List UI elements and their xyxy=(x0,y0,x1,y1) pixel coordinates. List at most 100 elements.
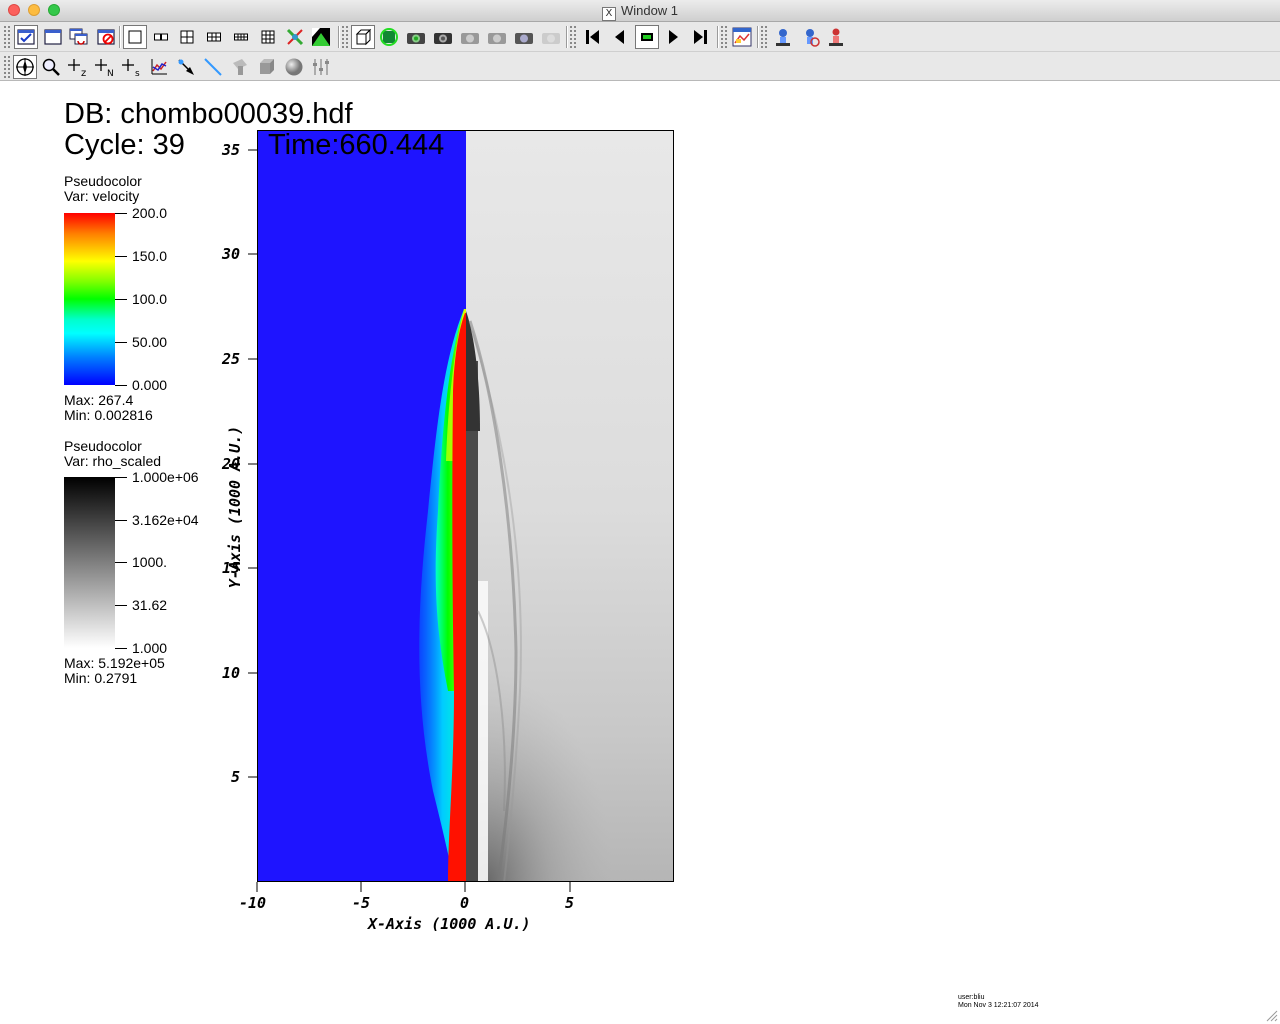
toolbar-separator xyxy=(717,26,719,48)
toolbar-grip[interactable] xyxy=(761,26,767,48)
x11-icon: X xyxy=(601,7,616,21)
axis-restriction-icon[interactable] xyxy=(309,55,333,79)
toolbar-grip[interactable] xyxy=(342,26,348,48)
save-view-camera-icon[interactable] xyxy=(431,25,455,49)
legend-rho-tick-label: 31.62 xyxy=(132,597,168,613)
legend-velocity-tick-label: 150.0 xyxy=(132,248,168,264)
legend-rho-tick xyxy=(115,477,127,478)
legend-velocity-tick-label: 100.0 xyxy=(132,291,168,307)
animation-play-reverse-icon[interactable] xyxy=(607,25,631,49)
x-tick-label: 0 xyxy=(460,894,470,912)
lighting-icon-3[interactable] xyxy=(824,25,848,49)
toolbar-separator xyxy=(338,26,340,48)
legend-rho-title: Pseudocolor xyxy=(64,438,142,454)
new-window-icon[interactable] xyxy=(41,25,65,49)
layout-2x2-icon[interactable] xyxy=(175,25,199,49)
window-title-text: Window 1 xyxy=(620,3,679,18)
x-axis-title: X-Axis (1000 A.U.) xyxy=(368,915,531,933)
plane-tool-icon[interactable] xyxy=(228,55,252,79)
legend-velocity-tick xyxy=(115,342,127,343)
legend-rho-tick xyxy=(115,605,127,606)
pick-z-letter: z xyxy=(81,68,86,78)
toolbar-separator xyxy=(119,26,121,48)
box-tool-icon[interactable] xyxy=(255,55,279,79)
legend-rho-tick xyxy=(115,520,127,521)
legend-velocity-max: Max: 267.4 xyxy=(64,392,134,408)
legend-velocity-min: Min: 0.002816 xyxy=(64,407,153,423)
user-info: user:bliu Mon Nov 3 12:21:07 2014 xyxy=(958,994,1039,1010)
legend-velocity-tick-label: 50.00 xyxy=(132,334,168,350)
legend-rho-tick xyxy=(115,648,127,649)
camera-icon-6[interactable] xyxy=(539,25,563,49)
camera-icon-3[interactable] xyxy=(458,25,482,49)
animation-play-icon[interactable] xyxy=(662,25,686,49)
camera-icon-5[interactable] xyxy=(512,25,536,49)
animation-reverse-end-icon[interactable] xyxy=(580,25,604,49)
y-axis-title: Y-Axis (1000 A.U.) xyxy=(226,425,244,589)
clone-window-icon[interactable] xyxy=(67,25,91,49)
axis-ticks xyxy=(248,149,571,892)
layout-1x2-icon[interactable] xyxy=(149,25,173,49)
navigate-mode-icon[interactable] xyxy=(13,55,37,79)
lighting-icon-1[interactable] xyxy=(771,25,795,49)
y-tick-label: 5 xyxy=(231,768,241,786)
x-tick-label: -10 xyxy=(239,894,267,912)
y-tick-label: 10 xyxy=(222,664,241,682)
y-tick-label: 25 xyxy=(222,350,241,368)
layout-1x1-icon[interactable] xyxy=(123,25,147,49)
zoom-mode-icon[interactable] xyxy=(39,55,63,79)
perspective-cube-icon[interactable] xyxy=(351,25,375,49)
legend-rho-max: Max: 5.192e+05 xyxy=(64,655,165,671)
animation-stop-icon[interactable] xyxy=(635,25,659,49)
lineout-mode-icon[interactable] xyxy=(147,55,171,79)
pick-z-icon[interactable]: z xyxy=(66,55,90,79)
lighting-icon-2[interactable] xyxy=(798,25,822,49)
layout-2x4-icon[interactable] xyxy=(229,25,253,49)
pick-s-icon[interactable]: s xyxy=(120,55,144,79)
window-active-icon[interactable] xyxy=(14,25,38,49)
sphere-tool-icon[interactable] xyxy=(282,55,306,79)
lineout-icon[interactable] xyxy=(730,25,754,49)
legend-rho-tick xyxy=(115,562,127,563)
x-tick-label: 5 xyxy=(565,894,575,912)
legend-velocity-title: Pseudocolor xyxy=(64,173,142,189)
legend-rho-min: Min: 0.2791 xyxy=(64,670,138,686)
legend-rho-var: Var: rho_scaled xyxy=(64,453,162,469)
pick-n-icon[interactable]: N xyxy=(93,55,117,79)
lock-view-icon[interactable] xyxy=(283,25,307,49)
camera-view-icon[interactable] xyxy=(404,25,428,49)
spin-mode-icon[interactable] xyxy=(377,25,401,49)
animation-forward-end-icon[interactable] xyxy=(689,25,713,49)
legend-velocity-colorbar xyxy=(64,213,115,385)
legend-velocity-tick xyxy=(115,385,127,386)
toolbar-grip[interactable] xyxy=(721,26,727,48)
user-name: user:bliu xyxy=(958,994,985,1001)
toolbar-grip[interactable] xyxy=(570,26,576,48)
toolbar-grip[interactable] xyxy=(4,26,10,48)
x-tick-label: -5 xyxy=(352,894,371,912)
toolbar-separator xyxy=(566,26,568,48)
layout-3x3-icon[interactable] xyxy=(256,25,280,49)
pick-mode-icon[interactable] xyxy=(174,55,198,79)
legend-rho-tick-label: 1.000 xyxy=(132,640,168,656)
line-tool-icon[interactable] xyxy=(201,55,225,79)
legend-velocity-tick xyxy=(115,299,127,300)
legend-velocity-tick xyxy=(115,213,127,214)
render-date: Mon Nov 3 12:21:07 2014 xyxy=(958,1002,1039,1009)
legend-velocity-tick-label: 200.0 xyxy=(132,205,168,221)
resize-grip-icon[interactable] xyxy=(1264,1008,1278,1022)
legend-rho-tick-label: 3.162e+04 xyxy=(132,512,199,528)
layout-2x3-icon[interactable] xyxy=(202,25,226,49)
toolbar-interaction: z N s xyxy=(0,52,1280,81)
window-title: X Window 1 xyxy=(0,3,1280,21)
legend-velocity-tick xyxy=(115,256,127,257)
invert-background-icon[interactable] xyxy=(309,25,333,49)
toolbar-grip[interactable] xyxy=(4,56,10,78)
toolbar-main xyxy=(0,22,1280,52)
window-titlebar: X Window 1 xyxy=(0,0,1280,22)
camera-icon-4[interactable] xyxy=(485,25,509,49)
pick-n-letter: N xyxy=(107,69,114,78)
legend-rho-tick-label: 1000. xyxy=(132,554,168,570)
toolbar-separator xyxy=(757,26,759,48)
delete-window-icon[interactable] xyxy=(94,25,118,49)
